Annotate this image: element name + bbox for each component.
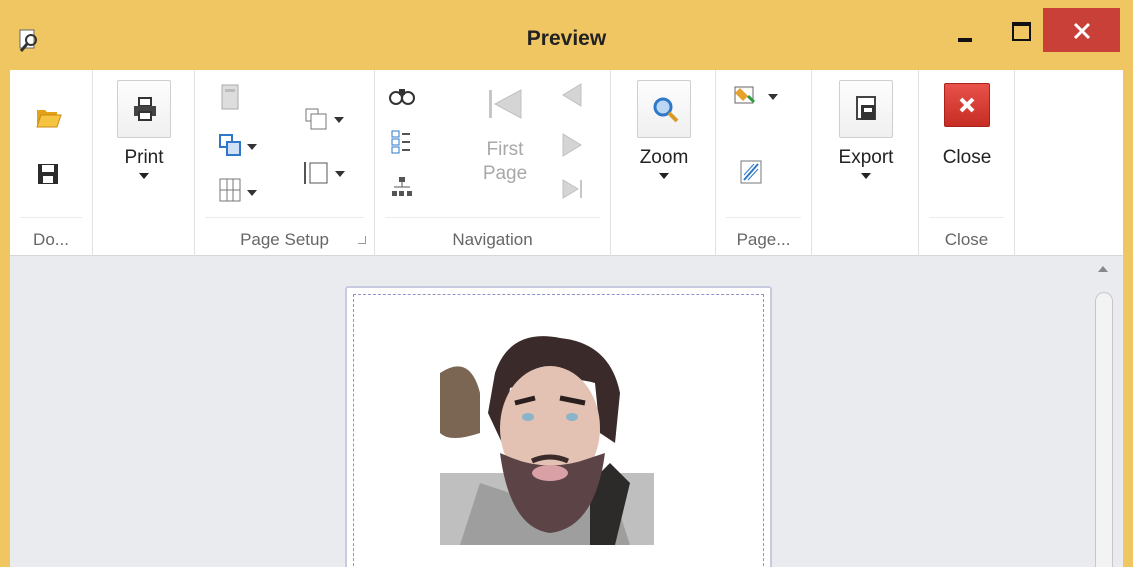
export-icon	[856, 96, 876, 120]
preview-window: Preview Do... Print Page Setup First Pag…	[0, 0, 1133, 567]
close-preview-button[interactable]: Close	[937, 80, 997, 169]
group-page-background: Page...	[716, 70, 812, 256]
export-button[interactable]: Export	[836, 80, 896, 179]
page-margins	[353, 294, 764, 567]
export-label: Export	[838, 147, 894, 168]
zoom-button[interactable]: Zoom	[635, 80, 693, 179]
scale-icon[interactable]	[219, 178, 241, 202]
page-color-icon[interactable]	[734, 84, 760, 106]
group-label-page-background: Page...	[736, 230, 791, 249]
close-x-icon	[1073, 22, 1091, 40]
size-dropdown-arrow[interactable]	[335, 171, 345, 177]
ribbon: Do... Print Page Setup First Page Naviga…	[10, 70, 1123, 256]
group-export: Export	[812, 70, 919, 256]
orientation-icon[interactable]	[305, 108, 327, 130]
maximize-button[interactable]	[1000, 8, 1040, 52]
printer-icon	[134, 97, 156, 121]
group-page-setup: Page Setup	[195, 70, 375, 256]
minimize-button[interactable]	[946, 8, 982, 52]
zoom-label: Zoom	[639, 147, 689, 168]
page-color-dropdown-arrow[interactable]	[768, 94, 778, 100]
print-button[interactable]: Print	[115, 80, 173, 179]
group-label-page-setup: Page Setup	[240, 230, 329, 249]
portrait-image	[440, 336, 654, 545]
scroll-thumb[interactable]	[1095, 292, 1113, 567]
group-label-navigation: Navigation	[452, 230, 533, 249]
preview-page	[345, 286, 772, 567]
print-dropdown-arrow	[139, 173, 149, 179]
vertical-scrollbar[interactable]	[1093, 256, 1115, 567]
scroll-up-arrow[interactable]	[1098, 266, 1108, 272]
save-icon[interactable]	[36, 162, 60, 186]
title-bar: Preview	[0, 0, 1133, 70]
group-navigation: First Page Navigation	[375, 70, 611, 256]
margins-dropdown-arrow[interactable]	[247, 144, 257, 150]
first-page-icon	[489, 89, 522, 119]
orientation-dropdown-arrow[interactable]	[334, 117, 344, 123]
group-document: Do...	[10, 70, 93, 256]
watermark-icon[interactable]	[740, 160, 762, 184]
window-close-button[interactable]	[1043, 8, 1120, 52]
document-map-icon[interactable]	[391, 176, 413, 198]
group-zoom: Zoom	[611, 70, 716, 256]
next-page-icon[interactable]	[561, 132, 583, 158]
bookmarks-icon[interactable]	[391, 130, 411, 154]
close-icon	[959, 97, 975, 113]
find-icon[interactable]	[389, 86, 415, 106]
size-icon[interactable]	[303, 160, 329, 186]
margins-icon[interactable]	[219, 134, 241, 156]
group-close: Close Close	[919, 70, 1015, 256]
export-dropdown-arrow	[861, 173, 871, 179]
group-label-document: Do...	[33, 230, 69, 249]
zoom-dropdown-arrow	[659, 173, 669, 179]
client-area: Do... Print Page Setup First Page Naviga…	[10, 70, 1123, 567]
page-icon[interactable]	[221, 84, 239, 110]
last-page-icon[interactable]	[561, 178, 585, 200]
scale-dropdown-arrow[interactable]	[247, 190, 257, 196]
page-setup-dialog-launcher[interactable]	[358, 236, 366, 244]
zoom-icon	[653, 97, 679, 123]
previous-page-icon[interactable]	[561, 82, 583, 108]
print-label: Print	[124, 147, 164, 168]
group-label-close: Close	[944, 230, 989, 249]
close-label: Close	[942, 147, 992, 168]
first-page-label-line1: First	[486, 139, 524, 160]
first-page-label-line2: Page	[482, 163, 528, 184]
group-print: Print	[93, 70, 195, 256]
first-page-button[interactable]: First Page	[467, 80, 543, 185]
open-folder-icon[interactable]	[36, 106, 62, 128]
